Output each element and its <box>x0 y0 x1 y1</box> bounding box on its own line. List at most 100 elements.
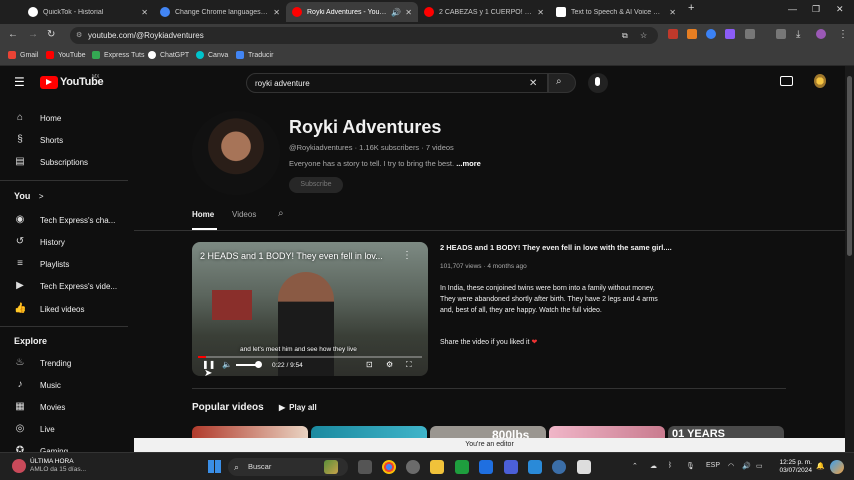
calendar-icon[interactable] <box>528 460 542 474</box>
featured-video-title[interactable]: 2 HEADS and 1 BODY! They even fell in lo… <box>440 243 672 252</box>
hamburger-menu-icon[interactable]: ☰ <box>14 75 25 89</box>
bookmark-express-tuts[interactable]: Express Tuts <box>92 51 144 59</box>
sidebar-item-your-channel[interactable]: ◉ Tech Express's cha... <box>14 214 116 226</box>
volume-icon[interactable]: 🔈 <box>222 360 232 369</box>
player-progress-bar[interactable] <box>198 356 422 358</box>
bookmark-gmail[interactable]: Gmail <box>8 51 38 59</box>
settings-icon[interactable] <box>552 460 566 474</box>
voice-search-button[interactable] <box>588 73 608 93</box>
reading-list-icon[interactable] <box>776 29 786 39</box>
bookmark-youtube[interactable]: YouTube <box>46 51 86 59</box>
featured-video-player[interactable]: 2 HEADS and 1 BODY! They even fell in lo… <box>192 242 428 376</box>
download-icon[interactable]: ⤓ <box>796 29 800 40</box>
extension-icon[interactable] <box>687 29 697 39</box>
tab-2-cabezas[interactable]: 2 CABEZAS y 1 CUERPO! ¿Cómo... ✕ <box>418 2 550 22</box>
app-icon[interactable] <box>479 460 493 474</box>
visual-studio-icon[interactable] <box>504 460 518 474</box>
sidebar-section-you[interactable]: You > <box>14 191 44 201</box>
bookmark-chatgpt[interactable]: ChatGPT <box>148 51 189 59</box>
close-window-icon[interactable]: ✕ <box>836 4 844 15</box>
news-widget[interactable]: ÚLTIMA HORA AMLO da 15 días... <box>30 458 86 474</box>
menu-dots-icon[interactable]: ⋮ <box>838 29 848 40</box>
extension-icon[interactable] <box>706 29 716 39</box>
captions-icon[interactable]: ⊡ <box>366 360 373 369</box>
search-button[interactable]: ⌕ <box>548 73 576 93</box>
close-icon[interactable]: ✕ <box>273 8 280 17</box>
sidebar-item-movies[interactable]: ▦ Movies <box>14 401 65 413</box>
page-scrollbar[interactable] <box>845 66 854 452</box>
youtube-logo-icon[interactable] <box>40 76 58 89</box>
bookmark-canva[interactable]: Canva <box>196 51 228 59</box>
file-explorer-icon[interactable] <box>430 460 444 474</box>
subscribe-button[interactable]: Subscribe <box>289 177 343 193</box>
more-link[interactable]: ...more <box>456 159 481 168</box>
sidebar-item-your-videos[interactable]: ▶ Tech Express's vide... <box>14 280 117 292</box>
back-icon[interactable]: ← <box>8 29 18 40</box>
play-all-button[interactable]: ▶ Play all <box>279 403 317 412</box>
chevron-up-icon[interactable]: ⌃ <box>632 462 638 470</box>
forward-icon[interactable]: → <box>28 29 38 40</box>
sidebar-item-shorts[interactable]: § Shorts <box>14 134 63 146</box>
wifi-icon[interactable]: ◠ <box>728 462 734 470</box>
volume-icon[interactable]: 🔊 <box>742 462 751 470</box>
player-more-icon[interactable]: ⋮ <box>402 250 412 261</box>
close-icon[interactable]: ✕ <box>669 8 676 17</box>
close-icon[interactable]: ✕ <box>537 8 544 17</box>
channel-description[interactable]: Everyone has a story to tell. I try to b… <box>289 159 481 168</box>
news-widget-icon[interactable] <box>12 459 26 473</box>
install-app-icon[interactable]: ⧉ <box>622 27 628 44</box>
tab-home[interactable]: Home <box>192 210 214 219</box>
copilot-icon[interactable] <box>830 460 844 474</box>
sidebar-item-home[interactable]: ⌂ Home <box>14 112 61 124</box>
microphone-icon[interactable]: 🎙 <box>686 462 695 470</box>
address-bar[interactable]: ⚙ youtube.com/@Roykiadventures ⧉ ☆ <box>70 27 658 44</box>
close-icon[interactable]: ✕ <box>141 8 148 17</box>
tray-icon[interactable]: ☁ <box>650 462 657 470</box>
notification-bell-icon[interactable]: 🔔 <box>816 462 825 470</box>
reload-icon[interactable]: ↻ <box>47 29 55 40</box>
new-tab-button[interactable]: + <box>688 2 694 14</box>
profile-avatar[interactable] <box>816 29 826 39</box>
search-input[interactable]: royki adventure ✕ <box>246 73 548 93</box>
tab-royki-adventures[interactable]: Royki Adventures - YouTube 🔊 ✕ <box>286 2 418 22</box>
app-icon[interactable] <box>406 460 420 474</box>
sidebar-item-music[interactable]: ♪ Music <box>14 379 61 391</box>
sidebar-item-liked-videos[interactable]: 👍 Liked videos <box>14 303 84 315</box>
camtasia-icon[interactable] <box>455 460 469 474</box>
scrollbar-thumb[interactable] <box>847 76 852 256</box>
windows-start-icon[interactable] <box>208 460 221 473</box>
tab-chrome-languages[interactable]: Change Chrome languages and... ✕ <box>154 2 286 22</box>
extensions-puzzle-icon[interactable] <box>745 29 755 39</box>
sidebar-item-trending[interactable]: ♨ Trending <box>14 357 72 369</box>
sidebar-item-history[interactable]: ↺ History <box>14 236 65 248</box>
restore-icon[interactable]: ❐ <box>812 4 820 15</box>
input-language[interactable]: ESP <box>706 462 720 469</box>
close-icon[interactable]: ✕ <box>405 8 412 17</box>
channel-search-icon[interactable]: ⌕ <box>278 208 284 219</box>
extension-icon[interactable] <box>668 29 678 39</box>
channel-avatar[interactable] <box>192 111 280 195</box>
taskbar-clock[interactable]: 12:25 p. m. 03/07/2024 <box>770 459 812 475</box>
tab-quicktok[interactable]: QuickTok - Historial ✕ <box>22 2 154 22</box>
account-avatar[interactable] <box>814 74 826 88</box>
battery-icon[interactable]: ▭ <box>756 462 763 470</box>
task-view-icon[interactable] <box>358 460 372 474</box>
sidebar-item-live[interactable]: ◎ Live <box>14 423 55 435</box>
app-icon[interactable] <box>577 460 591 474</box>
bookmark-star-icon[interactable]: ☆ <box>640 27 647 44</box>
site-info-icon[interactable]: ⚙ <box>76 27 82 44</box>
tab-text-to-speech[interactable]: Text to Speech & AI Voice Gene... ✕ <box>550 2 682 22</box>
volume-slider-handle[interactable] <box>255 361 262 368</box>
clear-search-icon[interactable]: ✕ <box>529 74 537 93</box>
tab-videos[interactable]: Videos <box>232 210 256 219</box>
fullscreen-icon[interactable]: ⛶ <box>406 360 412 370</box>
create-video-icon[interactable] <box>780 76 793 86</box>
bookmark-traducir[interactable]: Traducir <box>236 51 273 59</box>
sidebar-item-playlists[interactable]: ≡ Playlists <box>14 258 69 270</box>
settings-gear-icon[interactable]: ⚙ <box>386 360 393 369</box>
minimize-icon[interactable]: — <box>788 4 797 14</box>
sidebar-item-subscriptions[interactable]: ▤ Subscriptions <box>14 156 88 168</box>
player-title[interactable]: 2 HEADS and 1 BODY! They even fell in lo… <box>200 251 383 261</box>
bluetooth-icon[interactable]: ᛒ <box>668 462 672 469</box>
extension-icon[interactable] <box>725 29 735 39</box>
